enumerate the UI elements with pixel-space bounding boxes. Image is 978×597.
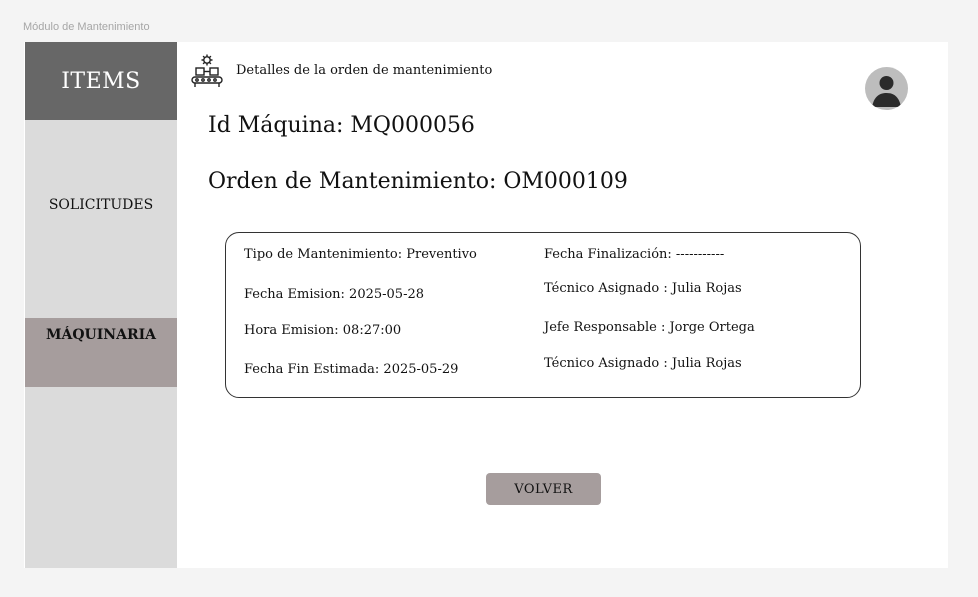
frame-label: Módulo de Mantenimiento — [23, 21, 150, 33]
fecha-emision: Fecha Emision: 2025-05-28 — [244, 287, 425, 302]
app-frame: ITEMS SOLICITUDES MÁQUINARIA Detalles de… — [24, 42, 948, 568]
maintenance-order-title: Orden de Mantenimiento: OM000109 — [208, 169, 628, 194]
tecnico-asignado-secondary: Técnico Asignado : Julia Rojas — [544, 356, 742, 371]
tecnico-asignado: Técnico Asignado : Julia Rojas — [544, 281, 742, 296]
page-header-title: Detalles de la orden de mantenimiento — [236, 63, 493, 78]
jefe-responsable: Jefe Responsable : Jorge Ortega — [544, 320, 755, 335]
maintenance-gear-icon — [190, 53, 224, 89]
order-details-card: Tipo de Mantenimiento: Preventivo Fecha … — [225, 232, 861, 398]
fecha-finalizacion: Fecha Finalización: ----------- — [544, 247, 725, 262]
sidebar-item-solicitudes[interactable]: SOLICITUDES — [25, 197, 177, 213]
sidebar: ITEMS SOLICITUDES MÁQUINARIA — [25, 42, 177, 568]
hora-emision: Hora Emision: 08:27:00 — [244, 323, 402, 338]
tipo-mantenimiento: Tipo de Mantenimiento: Preventivo — [244, 247, 477, 262]
sidebar-header-items[interactable]: ITEMS — [25, 42, 177, 120]
fecha-fin-estimada: Fecha Fin Estimada: 2025-05-29 — [244, 362, 459, 377]
sidebar-item-maquinaria[interactable]: MÁQUINARIA — [25, 318, 177, 387]
volver-button[interactable]: VOLVER — [486, 473, 601, 505]
machine-id-title: Id Máquina: MQ000056 — [208, 113, 475, 138]
user-avatar-icon[interactable] — [865, 67, 908, 110]
